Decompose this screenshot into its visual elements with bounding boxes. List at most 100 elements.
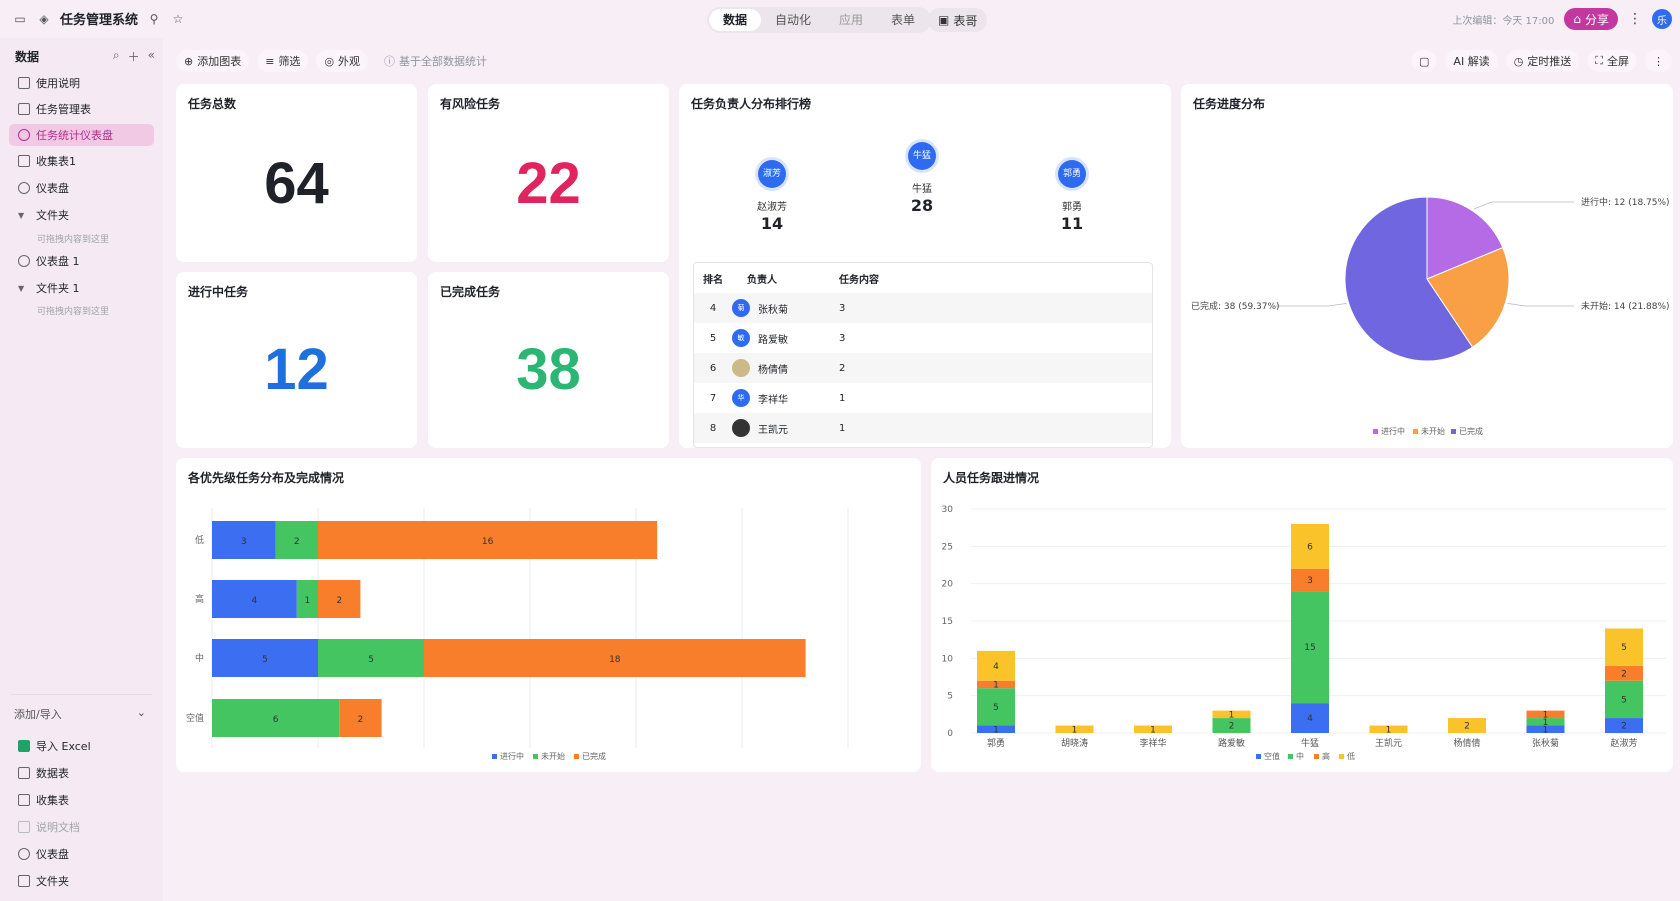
sidebar-item-form1[interactable]: 收集表1 — [9, 150, 154, 172]
sidebar-item-label: 文件夹 1 — [36, 282, 80, 295]
pin-icon[interactable]: ⚲ — [146, 11, 162, 27]
card-progress-pie[interactable]: 任务进度分布 进行中: 12 (18.75%) 未开始: 14 (21.88%) 已… — [1181, 84, 1673, 448]
add-import-toggle[interactable]: 添加/导入 ⌄ — [14, 706, 146, 722]
plus-circle-icon: ⊕ — [184, 54, 194, 68]
x-tick-label: 牛猛 — [1301, 737, 1319, 749]
card-title: 已完成任务 — [440, 285, 501, 299]
table-row[interactable]: 8 王凯元 1 — [694, 413, 1152, 443]
share-button[interactable]: ⌂ 分享 — [1564, 8, 1618, 30]
bar-data-label: 3 — [1307, 576, 1313, 586]
biaoge-button[interactable]: ▣ 表哥 — [928, 8, 988, 32]
card-total-tasks[interactable]: 任务总数 64 — [176, 84, 417, 262]
sidebar-item-dashboard-1[interactable]: 仪表盘 1 — [9, 250, 154, 272]
sidebar-item-label: 收集表1 — [36, 155, 76, 168]
bar-data-label: 2 — [1621, 669, 1627, 679]
row-name: 杨倩倩 — [758, 364, 788, 376]
row-rank: 7 — [709, 392, 717, 404]
add-icon[interactable]: ＋ — [128, 48, 140, 65]
new-form-item[interactable]: 收集表 — [9, 789, 154, 811]
row-rank: 5 — [709, 332, 717, 344]
sidebar-item-label: 说明文档 — [36, 821, 80, 834]
legend-swatch — [533, 754, 538, 759]
ai-insight-button[interactable]: AI 解读 — [1445, 50, 1498, 72]
layout-button[interactable]: ▢ — [1411, 50, 1438, 72]
avatar — [732, 419, 750, 437]
card-in-progress-tasks[interactable]: 进行中任务 12 — [176, 272, 417, 448]
card-title: 进行中任务 — [188, 285, 249, 299]
caret-down-icon[interactable]: ▼ — [18, 284, 30, 293]
pie-data-label: 未开始: 14 (21.88%) — [1581, 300, 1670, 312]
legend-swatch — [492, 754, 497, 759]
add-chart-button[interactable]: ⊕ 添加图表 — [176, 50, 250, 72]
sidebar-item-task-table[interactable]: 任务管理表 — [9, 98, 154, 120]
sidebar-item-guide[interactable]: 使用说明 — [9, 72, 154, 94]
avatar: 牛猛 — [908, 142, 936, 170]
legend-label: 未开始 — [541, 751, 565, 761]
bar-data-label: 2 — [294, 537, 300, 547]
new-folder-item[interactable]: 文件夹 — [9, 870, 154, 892]
filter-button[interactable]: ≡ 筛选 — [257, 50, 309, 72]
x-tick-label: 郭勇 — [987, 737, 1005, 749]
podium-count: 28 — [910, 196, 934, 215]
import-excel-item[interactable]: 导入 Excel — [9, 735, 154, 757]
bar-data-label: 4 — [1307, 714, 1313, 724]
stat-basis-info[interactable]: ⓘ 基于全部数据统计 — [376, 50, 495, 72]
table-row[interactable]: 4 菊张秋菊 3 — [694, 293, 1152, 323]
legend-label: 低 — [1347, 751, 1355, 761]
new-doc-item[interactable]: 说明文档 — [9, 816, 154, 838]
layers-icon: ◈ — [39, 11, 49, 26]
collapse-icon[interactable]: « — [148, 48, 155, 65]
card-risk-tasks[interactable]: 有风险任务 22 — [428, 84, 669, 262]
legend-swatch — [1314, 754, 1319, 759]
top-bar: ▭ ◈ 任务管理系统 ⚲ ☆ 数据 自动化 应用 表单 ▣ 表哥 上次编辑：今天… — [0, 0, 1680, 38]
bar-data-label: 4 — [252, 596, 258, 606]
sidebar-item-dashboard[interactable]: 仪表盘 — [9, 177, 154, 199]
bar-data-label: 2 — [1621, 722, 1627, 732]
appearance-button[interactable]: ◎ 外观 — [316, 50, 369, 72]
avatar[interactable]: 乐 — [1652, 9, 1672, 29]
bar-data-label: 1 — [1150, 725, 1156, 735]
bar-data-label: 5 — [1621, 643, 1627, 653]
table-icon — [18, 767, 30, 779]
search-icon[interactable]: ⌕ — [113, 48, 120, 65]
tab-apps[interactable]: 应用 — [825, 9, 877, 31]
row-name: 张秋菊 — [758, 304, 788, 316]
card-done-tasks[interactable]: 已完成任务 38 — [428, 272, 669, 448]
sidebar-item-task-dashboard[interactable]: 任务统计仪表盘 — [9, 124, 154, 146]
card-person-bar[interactable]: 人员任务跟进情况 0 5 10 15 20 25 30 郭勇 1 5 1 4 胡晓涛 1 李祥华 1 路爱敏 2 1… — [931, 458, 1673, 772]
row-rank: 4 — [709, 302, 717, 314]
caret-down-icon[interactable]: ▼ — [18, 211, 30, 220]
folder-hint: 可拖拽内容到这里 — [37, 307, 110, 317]
star-icon[interactable]: ☆ — [170, 11, 186, 27]
row-rank: 6 — [709, 362, 717, 374]
app-title[interactable]: 任务管理系统 — [60, 9, 138, 28]
tab-automation[interactable]: 自动化 — [761, 9, 825, 31]
sidebar-item-label: 文件夹 — [36, 209, 69, 222]
tab-data[interactable]: 数据 — [709, 9, 762, 31]
fullscreen-button[interactable]: ⛶ 全屏 — [1587, 50, 1637, 72]
sidebar-toggle-icon[interactable]: ▭ — [12, 11, 28, 27]
sidebar-item-folder[interactable]: ▼ 文件夹 — [9, 204, 154, 226]
more-menu-icon[interactable]: ⋮ — [1628, 11, 1642, 27]
chevron-down-icon: ⌄ — [136, 706, 146, 719]
tab-forms[interactable]: 表单 — [877, 9, 929, 31]
new-table-item[interactable]: 数据表 — [9, 762, 154, 784]
total-value: 64 — [264, 151, 329, 216]
ranking-table: 排名 负责人 任务内容 4 菊张秋菊 3 5 敏路爱敏 3 6 杨倩倩 2 7 … — [693, 262, 1153, 448]
more-button[interactable]: ⋮ — [1645, 50, 1672, 72]
sidebar-item-folder-1[interactable]: ▼ 文件夹 1 — [9, 277, 154, 299]
table-row[interactable]: 5 敏路爱敏 3 — [694, 323, 1152, 353]
dashboard-icon — [18, 182, 30, 194]
share-label: 分享 — [1584, 12, 1609, 27]
sidebar-item-label: 文件夹 — [36, 875, 69, 888]
new-dashboard-item[interactable]: 仪表盘 — [9, 843, 154, 865]
scheduled-push-button[interactable]: ◷ 定时推送 — [1505, 50, 1580, 72]
folder-hint: 可拖拽内容到这里 — [37, 235, 110, 245]
sidebar-item-label: 收集表 — [36, 794, 69, 807]
card-priority-bar[interactable]: 各优先级任务分布及完成情况 低 3 2 16 高 4 1 2 中 5 5 18 空值 6 2 进行中 未开始 已完… — [176, 458, 921, 772]
table-row[interactable]: 6 杨倩倩 2 — [694, 353, 1152, 383]
table-row[interactable]: 7 华李祥华 1 — [694, 383, 1152, 413]
bar-data-label: 5 — [368, 655, 374, 665]
bar-data-label: 5 — [1621, 695, 1627, 705]
y-tick-label: 中 — [195, 652, 204, 664]
